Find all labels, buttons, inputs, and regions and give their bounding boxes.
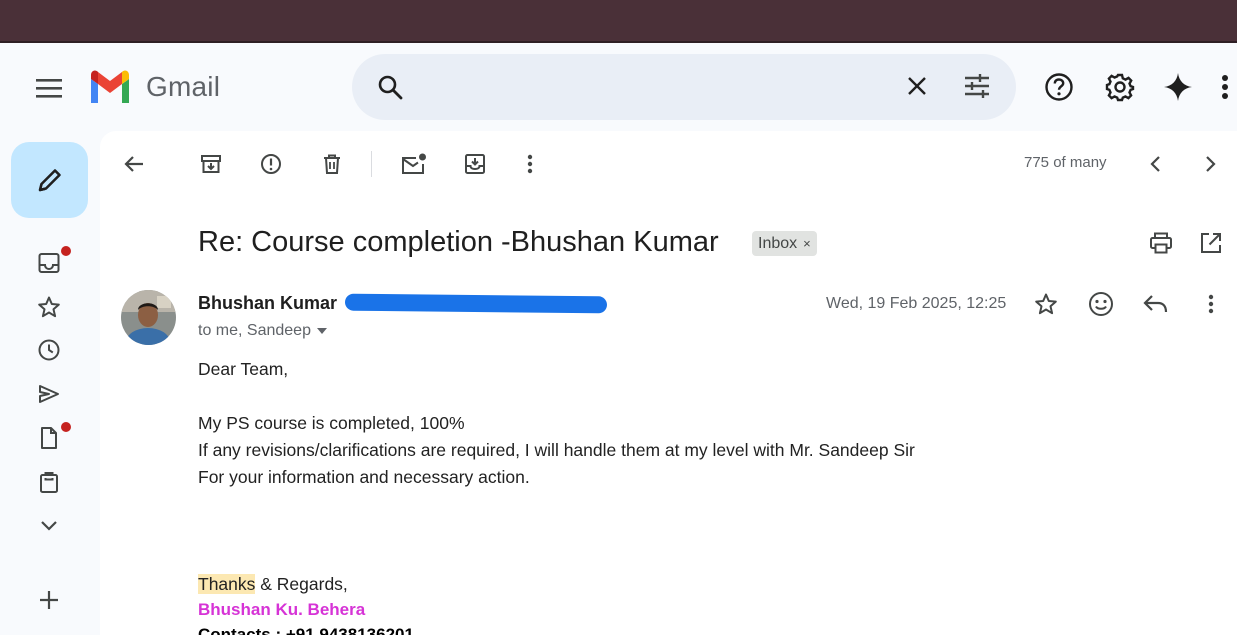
send-icon[interactable] [29,374,69,414]
report-spam-icon[interactable] [251,144,291,184]
email-subject: Re: Course completion -Bhushan Kumar [198,226,719,258]
menu-icon[interactable] [28,68,72,108]
reply-icon[interactable] [1136,284,1176,324]
pencil-icon [38,169,61,192]
clock-icon[interactable] [29,330,69,370]
clipboard-icon[interactable] [29,462,69,502]
settings-icon[interactable] [1100,67,1140,107]
remove-label-icon[interactable]: × [803,236,811,251]
archive-icon[interactable] [191,144,231,184]
print-icon[interactable] [1141,223,1181,263]
open-new-window-icon[interactable] [1191,223,1231,263]
search-input[interactable] [422,70,882,104]
trash-icon[interactable] [312,144,352,184]
regards-text: & Regards, [255,574,348,594]
sender-name[interactable]: Bhushan Kumar [198,293,337,314]
draft-dot [61,422,71,432]
sender-avatar[interactable] [121,290,176,345]
browser-top-strip [0,0,1237,43]
more-vert-icon[interactable] [510,144,550,184]
signature-contacts: Contacts : +91 9438136201 [198,625,414,635]
redacted-email-address [344,293,608,314]
body-line: For your information and necessary actio… [198,467,530,487]
gmail-logo[interactable]: Gmail [88,70,220,104]
back-arrow-icon[interactable] [114,144,154,184]
plus-icon[interactable] [29,580,69,620]
clear-icon[interactable] [897,66,937,106]
message-panel [100,131,1237,635]
inbox-unread-dot [61,246,71,256]
message-more-icon[interactable] [1191,284,1231,324]
emoji-icon[interactable] [1081,284,1121,324]
toolbar-divider [371,151,372,177]
chevron-right-icon[interactable] [1190,144,1230,184]
gemini-icon[interactable] [1158,67,1198,107]
dropdown-caret-icon [316,328,327,334]
body-line: My PS course is completed, 100% [198,413,465,433]
label-text: Inbox [758,234,798,252]
message-date: Wed, 19 Feb 2025, 12:25 [826,295,1007,312]
recipients-toggle[interactable]: to me, Sandeep [198,322,327,340]
search-icon[interactable] [374,71,406,103]
body-line: If any revisions/clarifications are requ… [198,440,915,460]
apps-icon[interactable] [1213,67,1237,107]
body-greeting: Dear Team, [198,359,289,379]
chevron-left-icon[interactable] [1136,144,1176,184]
compose-button[interactable] [11,142,88,218]
star-message-icon[interactable] [1026,284,1066,324]
recipients-text: to me, Sandeep [198,322,311,339]
highlighted-thanks: Thanks [198,574,256,594]
star-icon[interactable] [29,287,69,327]
signature-name: Bhushan Ku. Behera [198,600,366,619]
gmail-wordmark: Gmail [146,71,221,102]
inbox-label-chip[interactable]: Inbox × [752,231,817,256]
chevron-down-icon[interactable] [29,505,69,545]
move-to-icon[interactable] [455,144,495,184]
filter-icon[interactable] [957,66,997,106]
signature-closing: Thanks & Regards, [198,574,348,595]
message-count: 775 of many [1024,154,1107,171]
help-icon[interactable] [1039,67,1079,107]
mark-unread-icon[interactable] [394,144,434,184]
